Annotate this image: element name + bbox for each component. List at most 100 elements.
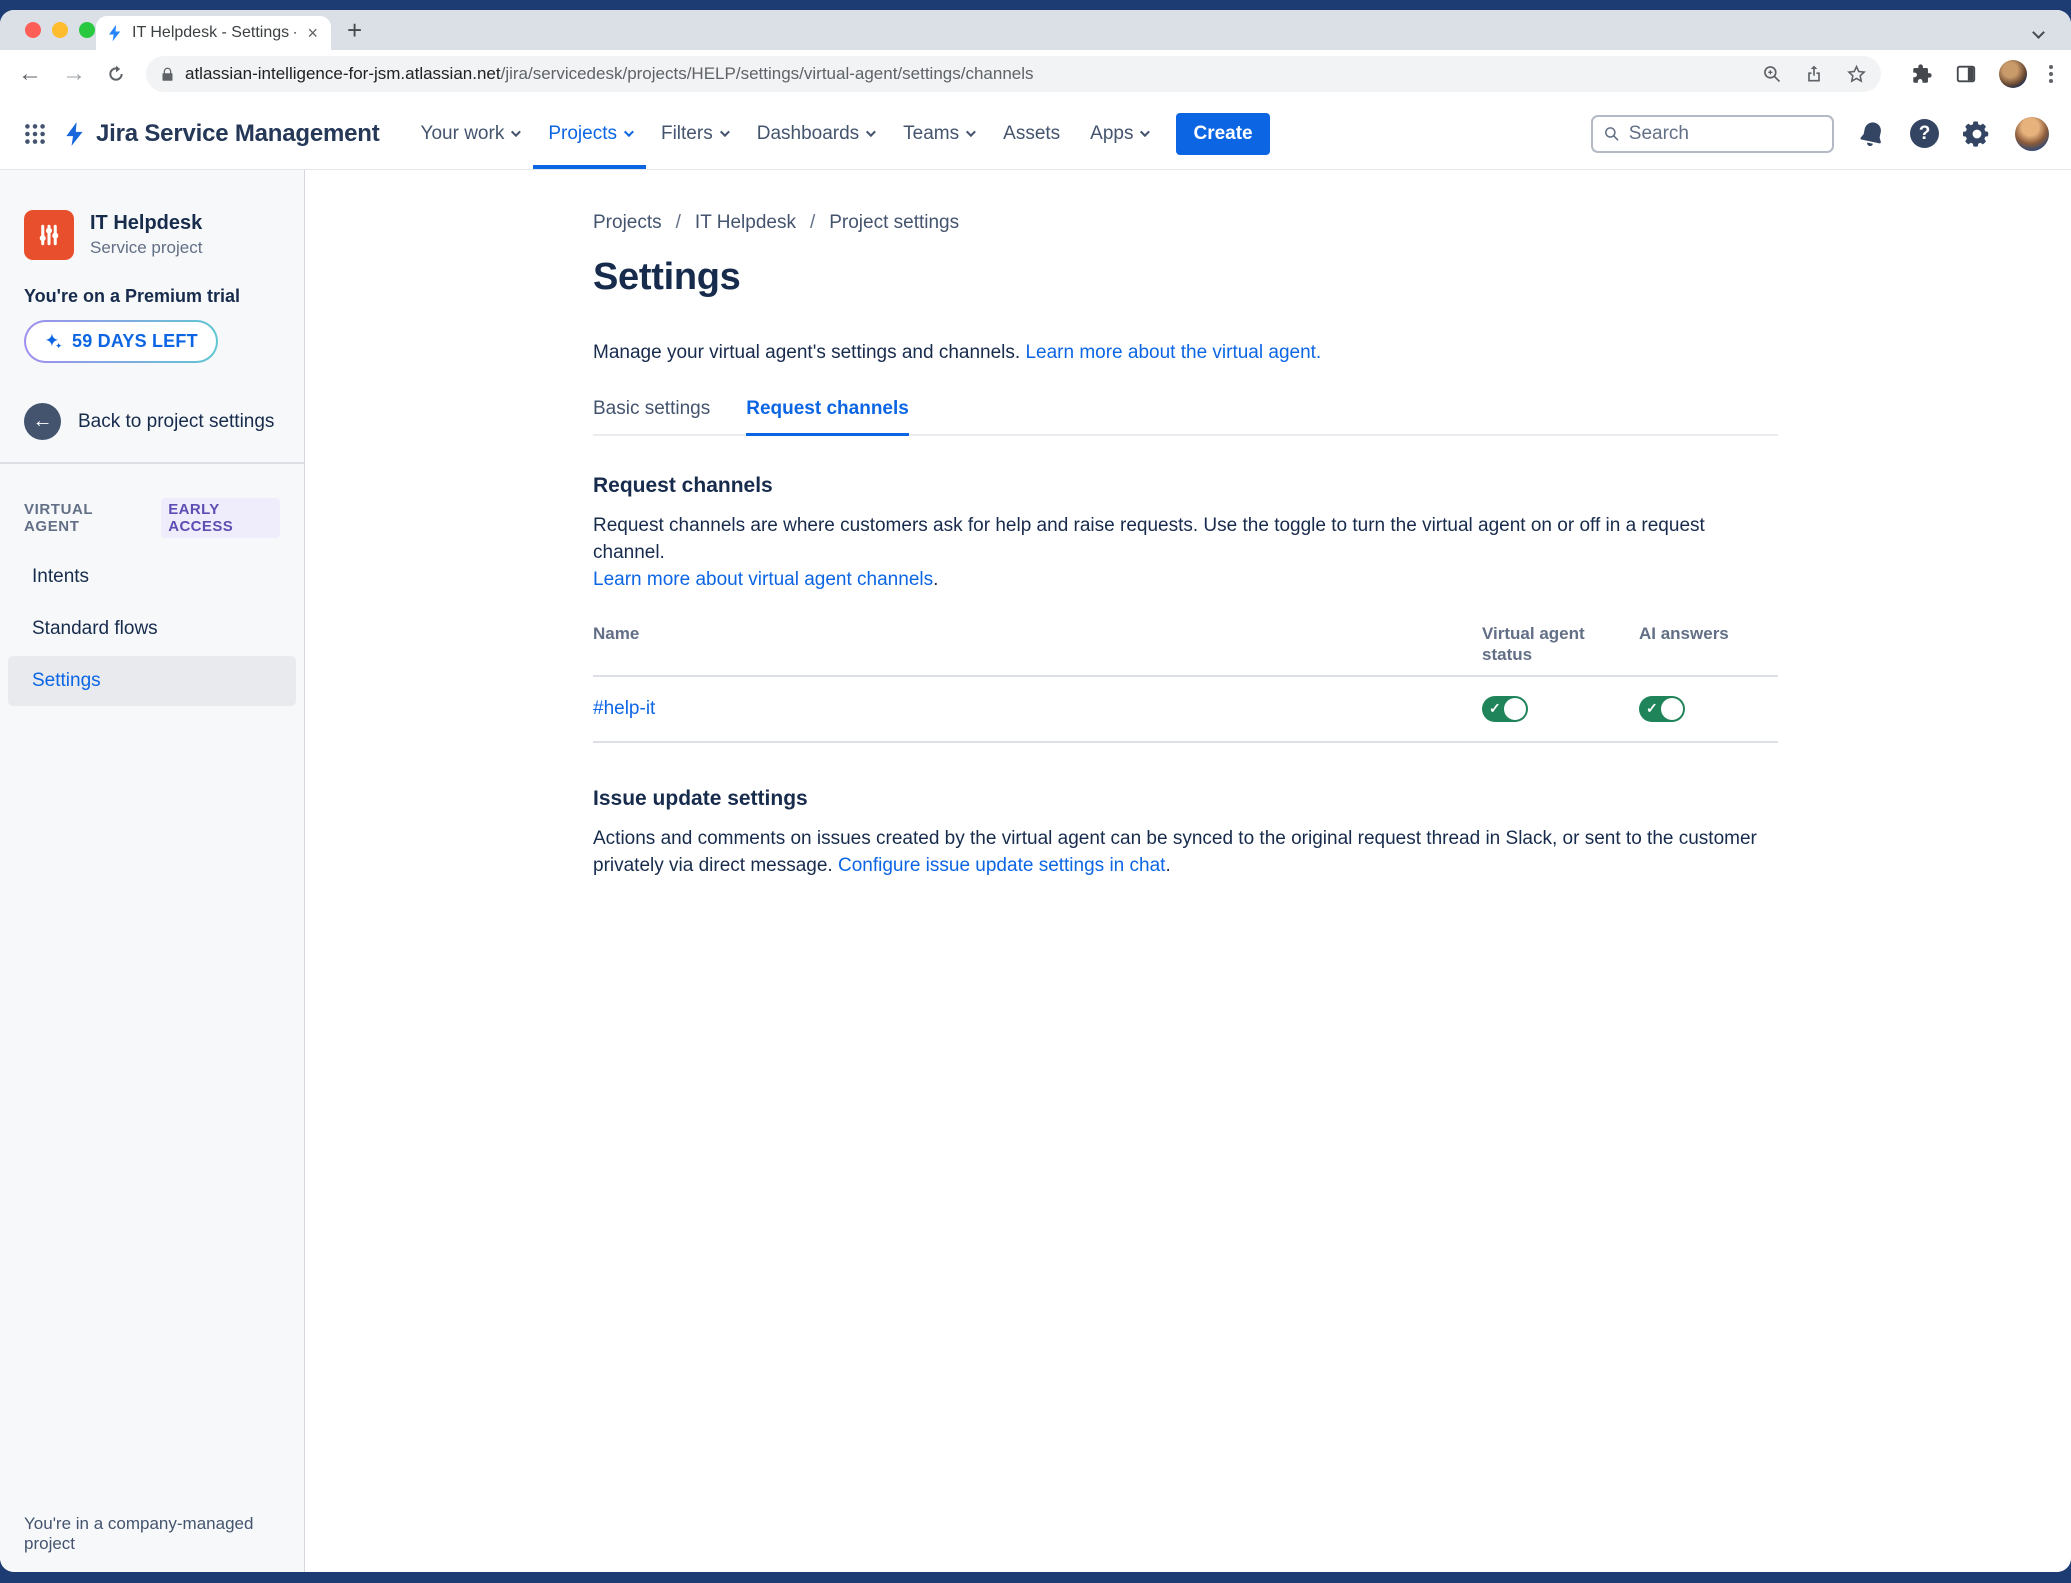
url-path: /jira/servicedesk/projects/HELP/settings… [500,64,1034,83]
global-search[interactable] [1591,114,1834,153]
nav-item-projects[interactable]: Projects [533,98,646,169]
browser-window: IT Helpdesk - Settings - Servic × + ← → … [0,10,2071,1572]
jira-favicon-icon [109,24,121,42]
browser-forward-button[interactable]: → [62,62,86,86]
request-channels-heading: Request channels [593,474,773,497]
virtual-agent-status-toggle[interactable]: ✓ [1482,696,1528,722]
nav-item-apps[interactable]: Apps [1075,98,1162,169]
column-virtual-agent-status: Virtual agent status [1482,624,1585,664]
side-panel-icon[interactable] [1955,63,1977,85]
column-name: Name [593,624,640,643]
nav-item-filters[interactable]: Filters [646,98,742,169]
nav-item-your-work[interactable]: Your work [406,98,534,169]
browser-tab-strip: IT Helpdesk - Settings - Servic × + [0,10,2071,50]
browser-profile-avatar[interactable] [1999,60,2027,88]
project-sidebar: IT Helpdesk Service project You're on a … [0,170,305,1572]
ai-answers-toggle[interactable]: ✓ [1639,696,1685,722]
toolbar-right [1911,60,2053,88]
sidebar-item-intents[interactable]: Intents [8,552,296,602]
help-icon[interactable]: ? [1910,119,1939,148]
trial-days-button[interactable]: 59 DAYS LEFT [24,320,218,363]
breadcrumb-projects[interactable]: Projects [593,212,662,234]
project-type: Service project [90,238,203,257]
brand-name: Jira Service Management [96,119,380,147]
reload-icon[interactable] [106,63,126,85]
intro-text: Manage your virtual agent's settings and… [593,342,1322,363]
page-title: Settings [593,256,741,298]
chevron-down-icon [966,127,977,138]
chevron-down-icon [511,127,522,138]
chevron-down-icon [1140,127,1151,138]
sparkle-icon [45,333,62,349]
settings-gear-icon[interactable] [1963,120,1991,148]
trial-text: You're on a Premium trial [24,286,240,306]
chevron-down-icon [866,127,877,138]
check-icon: ✓ [1489,700,1501,716]
breadcrumb-it-helpdesk[interactable]: IT Helpdesk [695,212,796,234]
url-host: atlassian-intelligence-for-jsm.atlassian… [185,64,501,83]
sidebar-divider [0,462,304,464]
sidebar-menu: Intents Standard flows Settings [0,552,304,706]
learn-more-channels-link[interactable]: Learn more about virtual agent channels [593,569,933,590]
search-input[interactable] [1628,122,1822,145]
column-ai-answers: AI answers [1639,624,1729,643]
extensions-puzzle-icon[interactable] [1911,63,1933,85]
bookmark-star-icon[interactable] [1846,64,1867,85]
app-top-nav: Jira Service Management Your work Projec… [0,98,2071,170]
maximize-window-button[interactable] [79,22,95,38]
configure-issue-update-link[interactable]: Configure issue update settings in chat [838,855,1165,876]
channels-table-header: Name Virtual agent status AI answers [593,623,1778,677]
browser-tab[interactable]: IT Helpdesk - Settings - Servic × [96,16,331,50]
app-switcher-icon[interactable] [22,121,48,147]
back-arrow-icon: ← [24,403,61,440]
minimize-window-button[interactable] [52,22,68,38]
nav-item-dashboards[interactable]: Dashboards [742,98,888,169]
issue-update-description: Actions and comments on issues created b… [593,828,1757,876]
app-logo[interactable]: Jira Service Management [62,120,380,148]
tab-search-chevron-icon[interactable] [2032,24,2045,42]
sidebar-item-settings[interactable]: Settings [8,656,296,706]
breadcrumb: Projects / IT Helpdesk / Project setting… [593,212,960,234]
project-header: IT Helpdesk Service project [0,210,304,260]
settings-tabs: Basic settings Request channels [593,398,1778,436]
sidebar-item-standard-flows[interactable]: Standard flows [8,604,296,654]
jira-bolt-icon [66,121,83,146]
tab-title: IT Helpdesk - Settings - Servic [132,24,296,41]
browser-menu-icon[interactable] [2049,65,2053,83]
lock-icon [162,67,173,81]
new-tab-button[interactable]: + [347,15,362,46]
channel-name-link[interactable]: #help-it [593,698,1482,720]
tab-request-channels[interactable]: Request channels [746,398,909,436]
back-to-project-settings[interactable]: ← Back to project settings [0,403,304,440]
breadcrumb-project-settings[interactable]: Project settings [829,212,959,234]
project-avatar-icon [24,210,74,260]
sidebar-footer-note: You're in a company-managed project [24,1514,254,1553]
share-icon[interactable] [1804,64,1824,84]
zoom-icon[interactable] [1762,64,1782,84]
early-access-badge: EARLY ACCESS [161,498,280,538]
url-bar[interactable]: atlassian-intelligence-for-jsm.atlassian… [146,56,1881,92]
browser-back-button[interactable]: ← [18,62,42,86]
tab-basic-settings[interactable]: Basic settings [593,398,710,436]
notifications-bell-icon[interactable] [1858,120,1886,148]
browser-toolbar: ← → atlassian-intelligence-for-jsm.atlas… [0,50,2071,98]
create-button[interactable]: Create [1176,112,1270,155]
nav-item-assets[interactable]: Assets [988,98,1075,169]
table-row: #help-it ✓ ✓ [593,677,1778,743]
trial-days-label: 59 DAYS LEFT [72,331,198,351]
channels-table: Name Virtual agent status AI answers #he… [593,623,1778,743]
user-avatar[interactable] [2015,116,2049,151]
urlbar-actions [1762,64,1867,85]
close-window-button[interactable] [25,22,41,38]
nav-item-teams[interactable]: Teams [888,98,988,169]
search-icon [1605,127,1619,141]
primary-nav: Your work Projects Filters Dashboards Te… [406,98,1163,169]
issue-update-heading: Issue update settings [593,787,808,810]
virtual-agent-section-label: VIRTUAL AGENT [24,501,93,535]
learn-more-virtual-agent-link[interactable]: Learn more about the virtual agent. [1025,342,1321,363]
main-content: Projects / IT Helpdesk / Project setting… [305,170,2071,1572]
tab-close-icon[interactable]: × [304,23,321,44]
project-name: IT Helpdesk [90,212,203,234]
window-controls [25,22,95,38]
chevron-down-icon [719,127,730,138]
